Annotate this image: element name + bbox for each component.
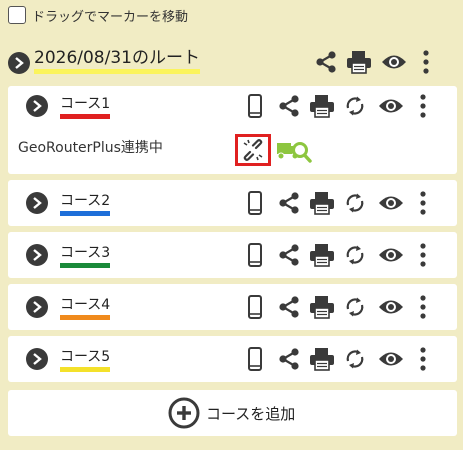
eye-icon[interactable] [379, 53, 409, 71]
eye-icon[interactable] [376, 298, 406, 316]
sync-icon[interactable] [342, 296, 368, 318]
course-panel-2: コース2 [8, 180, 457, 226]
course-expand-icon[interactable] [26, 192, 48, 214]
print-icon[interactable] [308, 191, 336, 215]
smartphone-icon[interactable] [244, 94, 266, 118]
print-icon[interactable] [308, 347, 336, 371]
course-name[interactable]: コース1 [60, 95, 111, 119]
add-course-button[interactable]: コースを追加 [168, 397, 295, 429]
sync-icon[interactable] [342, 192, 368, 214]
route-header: 2026/08/31のルート [6, 47, 458, 77]
eye-icon[interactable] [376, 97, 406, 115]
smartphone-icon[interactable] [244, 295, 266, 319]
sync-icon[interactable] [342, 244, 368, 266]
course-name[interactable]: コース2 [60, 192, 111, 216]
print-icon[interactable] [308, 94, 336, 118]
share-icon[interactable] [276, 95, 302, 117]
course-row: コース1 [8, 86, 457, 126]
drag-checkbox[interactable] [8, 6, 26, 24]
course-panel-4: コース4 [8, 284, 457, 330]
course-row: コース4 [8, 287, 457, 327]
more-menu-icon[interactable] [418, 243, 428, 267]
drag-marker-toggle[interactable]: ドラッグでマーカーを移動 [8, 5, 188, 25]
course-row: コース5 [8, 339, 457, 379]
course-actions [244, 293, 428, 321]
smartphone-icon[interactable] [244, 191, 266, 215]
course-expand-icon[interactable] [26, 95, 48, 117]
eye-icon[interactable] [376, 194, 406, 212]
more-menu-icon[interactable] [418, 295, 428, 319]
course-actions [244, 189, 428, 217]
share-icon[interactable] [276, 192, 302, 214]
share-icon[interactable] [276, 348, 302, 370]
course-expand-icon[interactable] [26, 348, 48, 370]
add-course-panel: コースを追加 [8, 390, 457, 436]
add-course-label: コースを追加 [206, 404, 296, 423]
course-name[interactable]: コース4 [60, 296, 111, 320]
course-actions [244, 92, 428, 120]
plus-circle-icon [168, 397, 200, 429]
route-title[interactable]: 2026/08/31のルート [34, 48, 200, 74]
smartphone-icon[interactable] [244, 243, 266, 267]
share-icon[interactable] [313, 51, 339, 73]
share-icon[interactable] [276, 296, 302, 318]
more-menu-icon[interactable] [418, 94, 428, 118]
course-name[interactable]: コース3 [60, 244, 111, 268]
course-expand-icon[interactable] [26, 296, 48, 318]
more-menu-icon[interactable] [421, 50, 431, 74]
smartphone-icon[interactable] [244, 347, 266, 371]
sync-icon[interactable] [342, 95, 368, 117]
print-icon[interactable] [308, 243, 336, 267]
geo-router-status: GeoRouterPlus連携中 [18, 140, 163, 156]
more-menu-icon[interactable] [418, 191, 428, 215]
course-actions [244, 345, 428, 373]
unlink-button[interactable] [235, 134, 271, 166]
print-icon[interactable] [308, 295, 336, 319]
drag-label: ドラッグでマーカーを移動 [32, 9, 189, 25]
course-panel-5: コース5 [8, 336, 457, 382]
geo-router-row: GeoRouterPlus連携中 [18, 134, 448, 166]
course-actions [244, 241, 428, 269]
more-menu-icon[interactable] [418, 347, 428, 371]
route-actions [313, 47, 431, 77]
route-expand-icon[interactable] [8, 52, 30, 74]
eye-icon[interactable] [376, 246, 406, 264]
unlink-icon [241, 138, 265, 162]
truck-search-icon[interactable] [276, 134, 312, 168]
sync-icon[interactable] [342, 348, 368, 370]
course-expand-icon[interactable] [26, 244, 48, 266]
course-row: コース3 [8, 235, 457, 275]
course-row: コース2 [8, 183, 457, 223]
course-name[interactable]: コース5 [60, 348, 111, 372]
course-panel-3: コース3 [8, 232, 457, 278]
course-panel-1: コース1 GeoRouterPlus連携中 [8, 86, 457, 174]
share-icon[interactable] [276, 244, 302, 266]
eye-icon[interactable] [376, 350, 406, 368]
print-icon[interactable] [345, 50, 373, 74]
